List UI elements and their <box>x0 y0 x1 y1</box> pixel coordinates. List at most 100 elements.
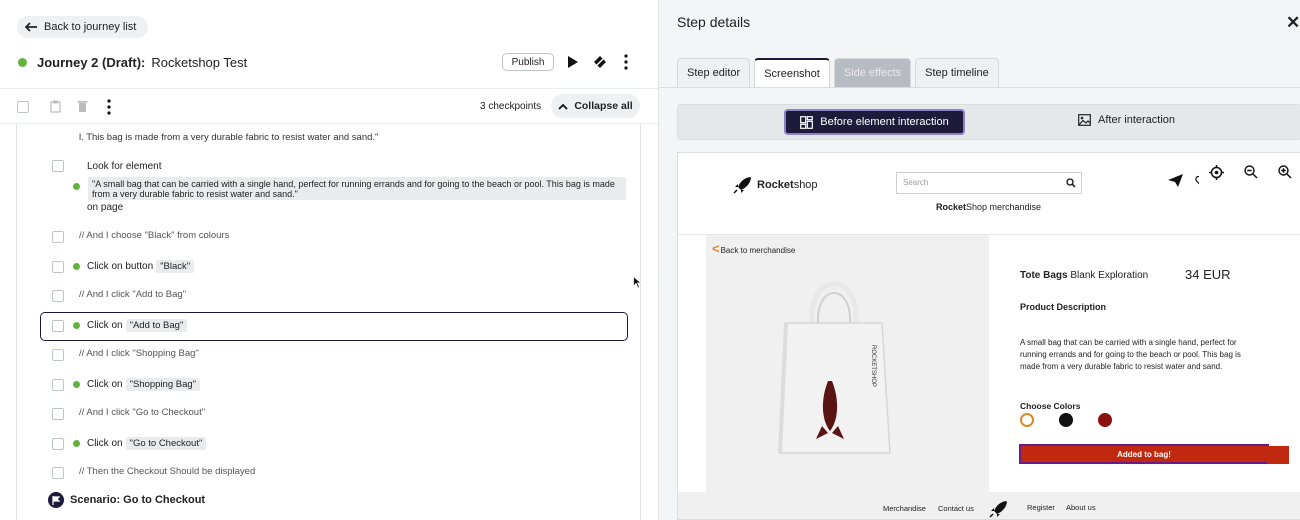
product-image-area: <Back to merchandise ROCKETSHOP <box>706 235 989 492</box>
back-to-journey-list-button[interactable]: Back to journey list <box>17 16 149 38</box>
journey-title: Journey 2 (Draft): <box>37 54 146 70</box>
send-icon[interactable] <box>1168 174 1183 187</box>
layout-icon <box>800 115 814 129</box>
step-row[interactable]: // Then the Checkout Should be displayed <box>17 461 640 485</box>
tab-step-editor[interactable]: Step editor <box>677 58 751 87</box>
shop-search-input[interactable]: Search <box>896 172 1082 194</box>
more-vertical-icon[interactable] <box>106 99 112 115</box>
tab-screenshot[interactable]: Screenshot <box>754 58 830 87</box>
step-row[interactable]: Click on "Go to Checkout" <box>17 432 640 456</box>
before-interaction-button[interactable]: Before element interaction <box>784 109 965 135</box>
after-label: After interaction <box>1098 114 1176 126</box>
color-swatch-black[interactable] <box>1059 413 1073 427</box>
publish-button[interactable]: Publish <box>502 53 554 71</box>
collapse-label: Collapse all <box>574 100 633 112</box>
step-target-chip: "Shopping Bag" <box>125 378 201 391</box>
step-details-panel: Step details ✕ Step editor Screenshot Si… <box>658 0 1300 520</box>
step-checkbox[interactable] <box>52 160 64 172</box>
step-checkbox[interactable] <box>52 379 64 391</box>
product-details: Tote Bags Blank Exploration 34 EUR Produ… <box>989 235 1300 492</box>
scenario-header[interactable]: Scenario: Go to Checkout <box>48 492 205 508</box>
colors-heading: Choose Colors <box>1020 401 1081 411</box>
panel-title: Step details <box>677 14 751 30</box>
play-icon[interactable] <box>567 55 579 69</box>
step-comment: // And I click "Shopping Bag" <box>79 348 199 359</box>
step-target-chip: "Black" <box>156 260 195 273</box>
shop-footer: Merchandise Contact us Register About us <box>678 492 1300 519</box>
chevron-up-icon <box>558 103 568 110</box>
step-comment: // And I click "Go to Checkout" <box>79 407 206 418</box>
added-to-bag-button[interactable]: Added to bag! <box>1019 444 1269 464</box>
step-comment: // And I choose "Black" from colours <box>79 230 230 241</box>
product-title-rest: Blank Exploration <box>1067 270 1149 281</box>
screenshot-preview: Rocketshop Search RocketShop merchandise… <box>677 152 1300 520</box>
look-label: Look for element <box>87 161 162 172</box>
step-comment: // Then the Checkout Should be displayed <box>79 466 256 477</box>
tab-side-effects[interactable]: Side effects <box>833 58 912 87</box>
step-row[interactable]: // And I click "Go to Checkout" <box>17 402 640 426</box>
tabs-divider <box>659 87 1300 88</box>
step-checkbox[interactable] <box>52 467 64 479</box>
search-icon <box>1066 178 1076 188</box>
description-heading: Product Description <box>1020 302 1107 312</box>
step-row[interactable]: Click on button "Black" <box>17 255 640 279</box>
look-suffix: on page <box>87 202 124 213</box>
chevron-left-icon: < <box>712 241 720 256</box>
step-checkbox[interactable] <box>52 408 64 420</box>
step-action: Click on <box>87 438 123 449</box>
status-dot-icon <box>18 57 27 67</box>
copy-icon[interactable] <box>50 100 61 113</box>
collapse-all-button[interactable]: Collapse all <box>551 94 640 118</box>
flag-icon <box>48 492 64 508</box>
footer-link[interactable]: Contact us <box>938 504 974 513</box>
tab-step-timeline[interactable]: Step timeline <box>915 58 999 87</box>
step-checkbox[interactable] <box>52 261 64 273</box>
crosshair-icon[interactable] <box>1209 164 1224 180</box>
color-swatch-red[interactable] <box>1098 413 1112 427</box>
close-icon[interactable]: ✕ <box>1286 13 1300 33</box>
steps-toolbar: 3 checkpoints Collapse all <box>0 88 658 124</box>
zoom-out-icon[interactable] <box>1244 165 1258 179</box>
step-checkbox[interactable] <box>52 349 64 361</box>
more-vertical-icon[interactable] <box>623 54 629 70</box>
logo-rest: shop <box>793 179 818 191</box>
footer-link[interactable]: Merchandise <box>883 504 926 513</box>
trash-icon[interactable] <box>77 100 88 113</box>
status-dot-icon <box>73 183 80 190</box>
footer-link[interactable]: Register <box>1027 503 1055 512</box>
back-to-merchandise-link[interactable]: <Back to merchandise <box>712 241 795 256</box>
step-row-selected[interactable]: Click on "Add to Bag" <box>17 312 640 341</box>
logo-bold: Rocket <box>757 179 794 191</box>
footer-link[interactable]: About us <box>1066 503 1096 512</box>
color-swatch-white[interactable] <box>1020 413 1034 427</box>
step-action: Click on <box>87 320 123 331</box>
step-row[interactable]: Click on "Shopping Bag" <box>17 373 640 397</box>
select-all-checkbox[interactable] <box>17 101 29 113</box>
after-interaction-button[interactable]: After interaction <box>1078 114 1175 126</box>
details-tabs: Step editor Screenshot Side effects Step… <box>677 58 999 87</box>
step-checkbox[interactable] <box>52 290 64 302</box>
status-dot-icon <box>73 322 80 329</box>
look-quote: "A small bag that can be carried with a … <box>88 177 626 200</box>
look-for-element-step[interactable]: Look for element "A small bag that can b… <box>17 160 640 220</box>
step-row[interactable]: // And I choose "Black" from colours <box>17 225 640 249</box>
zoom-in-icon[interactable] <box>1278 165 1292 179</box>
partial-step-text: l. This bag is made from a very durable … <box>79 132 379 143</box>
back-label: Back to journey list <box>44 21 137 33</box>
rocketshop-logo: Rocketshop <box>733 175 818 195</box>
journey-name: Rocketshop Test <box>151 54 248 70</box>
tote-bag-image: ROCKETSHOP <box>778 281 891 454</box>
step-row[interactable]: // And I click "Shopping Bag" <box>17 343 640 367</box>
shop-subtitle: RocketShop merchandise <box>936 202 1041 212</box>
step-target-chip: "Go to Checkout" <box>125 437 207 450</box>
shop-header: Rocketshop Search RocketShop merchandise <box>678 153 1300 235</box>
step-checkbox[interactable] <box>52 320 64 332</box>
step-checkbox[interactable] <box>52 438 64 450</box>
sub-rest: Shop merchandise <box>966 202 1042 212</box>
before-label: Before element interaction <box>820 116 949 128</box>
step-checkbox[interactable] <box>52 231 64 243</box>
rocket-icon <box>733 177 751 194</box>
eraser-icon[interactable] <box>593 55 607 69</box>
step-row[interactable]: // And I click "Add to Bag" <box>17 284 640 308</box>
description-text: A small bag that can be carried with a s… <box>1020 338 1241 371</box>
